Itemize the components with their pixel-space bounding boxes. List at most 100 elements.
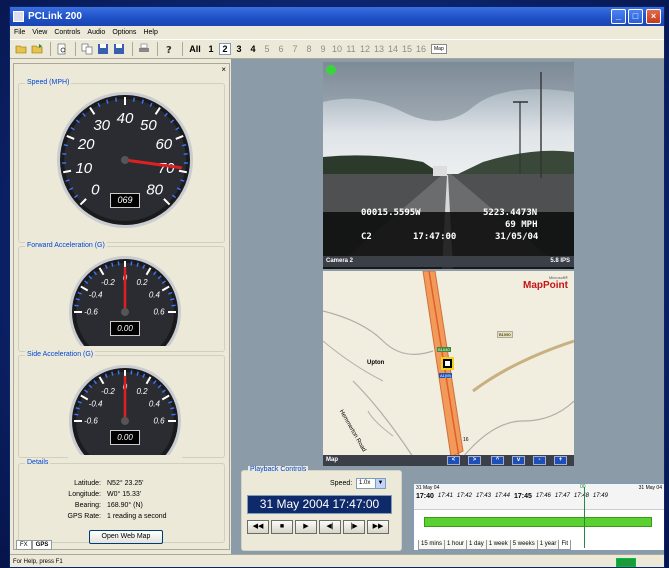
stop-button[interactable]: ■ [271,520,293,534]
app-icon [13,11,24,22]
camera-button-5[interactable]: 5 [261,44,273,54]
camera-button-6[interactable]: 6 [275,44,287,54]
toolbar-separator [132,42,133,56]
timeline-time-label: 17:40 [416,493,434,500]
map-caption: Map [326,457,338,463]
camera-button-2[interactable]: 2 [219,43,231,55]
gauge-tick [117,370,120,375]
menu-controls[interactable]: Controls [54,26,80,39]
pan-left-button[interactable]: < [447,456,460,465]
play-button[interactable]: ▶ [295,520,317,534]
open-folder-icon[interactable] [14,42,28,56]
gauge-tick-label: -0.2 [101,278,115,287]
pan-up-button[interactable]: ^ [491,456,504,465]
frame-rate: 5.8 IPS [550,258,570,264]
camera-button-15[interactable]: 15 [401,44,413,54]
play-icon: ▶ [303,523,309,530]
playback-speed-label: Speed: [330,480,353,487]
gauge-tick [132,97,135,102]
camera-button-1[interactable]: 1 [205,44,217,54]
timeline-tab-5-weeks[interactable]: 5 weeks [509,540,538,550]
close-button[interactable]: × [646,9,661,24]
chevron-down-icon[interactable]: ▼ [375,478,386,489]
camera-button-9[interactable]: 9 [317,44,329,54]
step-forward-button[interactable]: |▶ [343,520,365,534]
open-folder-icon[interactable] [30,42,44,56]
camera-button-12[interactable]: 12 [359,44,371,54]
camera-button-10[interactable]: 10 [331,44,343,54]
menu-view[interactable]: View [32,26,47,39]
bearing-value: 168.90° (N) [107,502,143,509]
status-bar: For Help, press F1 [10,554,664,567]
camera-button-all[interactable]: All [187,44,203,54]
gauge-tick-label: 0 [91,182,100,199]
camera-button-11[interactable]: 11 [345,44,357,54]
details-group: Details Latitude: N52° 23.25' Longitude: W… [18,459,225,544]
gauge-tick-label: 0.4 [149,400,161,409]
gauge-tick-label: 0.6 [153,417,165,426]
open-web-map-button[interactable]: Open Web Map [89,530,163,544]
print-icon[interactable] [137,42,151,56]
menu-help[interactable]: Help [143,26,157,39]
maximize-button[interactable]: □ [628,9,643,24]
junction-label: 16 [463,437,469,443]
speed-group: Speed (MPH) 0 10 20 30 40 50 60 70 80 069 [18,79,225,243]
gauge-tick-label: 50 [140,117,157,134]
playback-controls: Playback Controls Speed: 1.0x ▼ 31 May 2… [241,466,402,551]
timeline[interactable]: 31 May 04 31 May 04 17:40 17:41 17:42 17:43… [413,483,664,551]
camera-button-13[interactable]: 13 [373,44,385,54]
menu-audio[interactable]: Audio [87,26,105,39]
gauge-hub [121,417,129,425]
save-icon[interactable] [96,42,110,56]
rewind-button[interactable]: ◀◀ [247,520,269,534]
print-preview-icon[interactable] [55,42,69,56]
camera-button-3[interactable]: 3 [233,44,245,54]
zoom-out-button[interactable]: - [533,456,546,465]
overlay-speed: 69 MPH [505,220,538,230]
gauge-tick [182,144,187,147]
camera-button-7[interactable]: 7 [289,44,301,54]
menu-options[interactable]: Options [112,26,136,39]
menu-file[interactable]: File [14,26,25,39]
camera-caption-bar: Camera 2 5.8 IPS [323,256,574,267]
timeline-tab-1-year[interactable]: 1 year [536,540,560,550]
gauges-panel: × Speed (MPH) 0 10 20 30 40 50 60 70 80 069 Forw… [13,63,230,550]
save-icon[interactable] [112,42,126,56]
timeline-tab-1-hour[interactable]: 1 hour [444,540,468,550]
copy-icon[interactable] [80,42,94,56]
pan-right-button[interactable]: > [468,456,481,465]
fast-forward-button[interactable]: ▶▶ [367,520,389,534]
camera-button-14[interactable]: 14 [387,44,399,54]
help-icon[interactable]: ? [162,42,176,56]
zoom-in-button[interactable]: + [554,456,567,465]
timeline-cursor[interactable] [584,487,585,548]
gauge-tick-label: -0.4 [89,291,103,300]
speed-readout: 069 [110,193,140,208]
road-shield-b1040: B1040 [437,347,451,352]
timeline-header: 31 May 04 31 May 04 17:40 17:41 17:42 17:43… [414,484,664,510]
gauge-tick [74,304,79,307]
minimize-button[interactable]: _ [611,9,626,24]
transport-buttons: ◀◀ ■ ▶ ◀| |▶ ▶▶ [247,520,389,534]
close-icon[interactable]: × [221,65,226,74]
camera-button-8[interactable]: 8 [303,44,315,54]
camera-button-4[interactable]: 4 [247,44,259,54]
gauge-tick [75,407,80,410]
tab-gps[interactable]: GPS [31,540,53,550]
map-toggle-button[interactable]: Map [431,44,447,54]
map-view[interactable]: Microsoft® MapPoint Upton Hemmerton Road… [323,271,574,457]
pan-down-button[interactable]: v [512,456,525,465]
timeline-tab-fit[interactable]: Fit [558,540,572,550]
timeline-tab-1-day[interactable]: 1 day [466,540,487,550]
camera-button-16[interactable]: 16 [415,44,427,54]
timeline-tab-1-week[interactable]: 1 week [485,540,511,550]
gauge-tick [170,298,175,301]
recording-bar [424,517,652,527]
tab-fx[interactable]: FX [16,540,32,550]
gauge-tick [171,304,176,307]
toolbar: ? All 1 2 3 4 5 6 7 8 9 10 11 12 13 14 15 16 Map [10,39,664,59]
gauge-tick-label: -0.6 [84,417,98,426]
gauge-tick-label: 10 [75,160,92,177]
step-back-button[interactable]: ◀| [319,520,341,534]
timeline-tab-15-mins[interactable]: 15 mins [418,540,446,550]
